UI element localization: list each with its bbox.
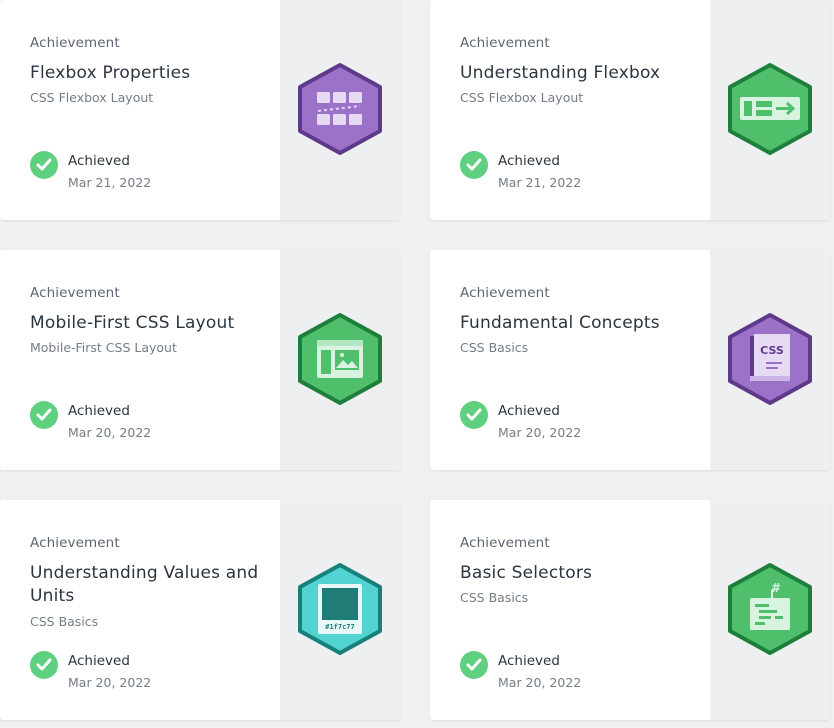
achievement-card[interactable]: Achievement Flexbox Properties CSS Flexb… xyxy=(0,0,400,220)
achievement-course: CSS Flexbox Layout xyxy=(30,90,154,105)
status-label: Achieved xyxy=(498,653,560,669)
check-icon xyxy=(30,651,58,679)
status-label: Achieved xyxy=(498,403,560,419)
badge-panel xyxy=(710,0,830,220)
achievement-course: CSS Basics xyxy=(460,340,529,355)
achievement-kicker: Achievement xyxy=(460,535,550,551)
badge-panel: # xyxy=(710,500,830,720)
achieved-date: Mar 20, 2022 xyxy=(68,425,152,440)
achievement-title[interactable]: Mobile-First CSS Layout xyxy=(30,312,270,335)
flexbox-grid-icon[interactable] xyxy=(296,62,384,156)
check-icon xyxy=(30,151,58,179)
achieved-date: Mar 21, 2022 xyxy=(498,175,582,190)
layout-window-icon[interactable] xyxy=(296,312,384,406)
achievement-kicker: Achievement xyxy=(460,285,550,301)
status-label: Achieved xyxy=(68,153,130,169)
check-icon xyxy=(460,401,488,429)
achievement-kicker: Achievement xyxy=(30,35,120,51)
achievement-card[interactable]: Achievement Understanding Values and Uni… xyxy=(0,500,400,720)
achievement-title[interactable]: Basic Selectors xyxy=(460,562,700,585)
flex-arrow-icon[interactable] xyxy=(726,62,814,156)
achieved-date: Mar 21, 2022 xyxy=(68,175,152,190)
status-label: Achieved xyxy=(68,403,130,419)
achievement-card[interactable]: Achievement Mobile-First CSS Layout Mobi… xyxy=(0,250,400,470)
status-label: Achieved xyxy=(498,153,560,169)
achievement-kicker: Achievement xyxy=(460,35,550,51)
check-icon xyxy=(30,401,58,429)
achievement-title[interactable]: Understanding Values and Units xyxy=(30,562,270,608)
achievement-title[interactable]: Fundamental Concepts xyxy=(460,312,700,335)
achieved-date: Mar 20, 2022 xyxy=(498,425,582,440)
achievement-title[interactable]: Flexbox Properties xyxy=(30,62,270,85)
achievement-course: CSS Basics xyxy=(460,590,529,605)
achievement-card[interactable]: Achievement Basic Selectors CSS Basics A… xyxy=(430,500,830,720)
achievement-course: CSS Basics xyxy=(30,614,99,629)
badge-panel xyxy=(280,250,400,470)
achievement-kicker: Achievement xyxy=(30,285,120,301)
selector-hash-icon[interactable]: # xyxy=(726,562,814,656)
svg-text:#1f7c77: #1f7c77 xyxy=(325,623,355,631)
achievement-card[interactable]: Achievement Fundamental Concepts CSS Bas… xyxy=(430,250,830,470)
badge-panel xyxy=(280,0,400,220)
achievement-course: Mobile-First CSS Layout xyxy=(30,340,177,355)
color-swatch-icon[interactable]: #1f7c77 xyxy=(296,562,384,656)
achievement-card[interactable]: Achievement Understanding Flexbox CSS Fl… xyxy=(430,0,830,220)
css-book-icon[interactable]: CSS xyxy=(726,312,814,406)
achievement-title[interactable]: Understanding Flexbox xyxy=(460,62,700,85)
achievement-course: CSS Flexbox Layout xyxy=(460,90,584,105)
status-label: Achieved xyxy=(68,653,130,669)
check-icon xyxy=(460,151,488,179)
achieved-date: Mar 20, 2022 xyxy=(68,675,152,690)
check-icon xyxy=(460,651,488,679)
badge-panel: CSS xyxy=(710,250,830,470)
svg-text:#: # xyxy=(771,581,781,595)
achievement-kicker: Achievement xyxy=(30,535,120,551)
achieved-date: Mar 20, 2022 xyxy=(498,675,582,690)
svg-text:CSS: CSS xyxy=(760,344,784,357)
badge-panel: #1f7c77 xyxy=(280,500,400,720)
